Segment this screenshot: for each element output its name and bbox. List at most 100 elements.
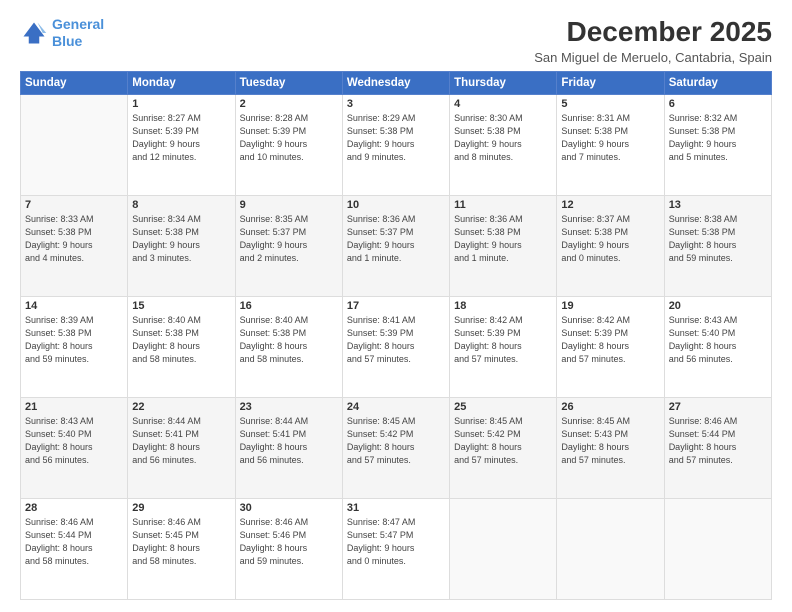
calendar-cell: 6 Sunrise: 8:32 AM Sunset: 5:38 PM Daylig… [664,95,771,196]
calendar-week-row: 28 Sunrise: 8:46 AM Sunset: 5:44 PM Dayli… [21,499,772,600]
day-info: Sunrise: 8:29 AM Sunset: 5:38 PM Dayligh… [347,112,445,164]
day-info: Sunrise: 8:43 AM Sunset: 5:40 PM Dayligh… [25,415,123,467]
day-number: 5 [561,98,659,110]
calendar-cell: 16 Sunrise: 8:40 AM Sunset: 5:38 PM Dayli… [235,297,342,398]
logo-line1: General [52,16,104,32]
day-info: Sunrise: 8:45 AM Sunset: 5:42 PM Dayligh… [454,415,552,467]
calendar-cell: 15Sunrise: 8:40 AM Sunset: 5:38 PM Dayli… [128,297,235,398]
calendar-week-row: 14Sunrise: 8:39 AM Sunset: 5:38 PM Dayli… [21,297,772,398]
calendar-cell [450,499,557,600]
day-info: Sunrise: 8:35 AM Sunset: 5:37 PM Dayligh… [240,213,338,265]
day-info: Sunrise: 8:47 AM Sunset: 5:47 PM Dayligh… [347,516,445,568]
day-info: Sunrise: 8:37 AM Sunset: 5:38 PM Dayligh… [561,213,659,265]
day-info: Sunrise: 8:34 AM Sunset: 5:38 PM Dayligh… [132,213,230,265]
day-info: Sunrise: 8:46 AM Sunset: 5:46 PM Dayligh… [240,516,338,568]
calendar-cell: 28 Sunrise: 8:46 AM Sunset: 5:44 PM Dayli… [21,499,128,600]
day-info: Sunrise: 8:28 AM Sunset: 5:39 PM Dayligh… [240,112,338,164]
calendar-cell: 9 Sunrise: 8:35 AM Sunset: 5:37 PM Daylig… [235,196,342,297]
day-header-monday: Monday [128,72,235,95]
calendar-cell: 3Sunrise: 8:29 AM Sunset: 5:38 PM Daylig… [342,95,449,196]
day-info: Sunrise: 8:44 AM Sunset: 5:41 PM Dayligh… [132,415,230,467]
calendar-cell: 19 Sunrise: 8:42 AM Sunset: 5:39 PM Dayli… [557,297,664,398]
day-number: 4 [454,98,552,110]
day-number: 18 [454,300,552,312]
calendar-cell: 11 Sunrise: 8:36 AM Sunset: 5:38 PM Dayli… [450,196,557,297]
day-info: Sunrise: 8:46 AM Sunset: 5:45 PM Dayligh… [132,516,230,568]
calendar-cell [664,499,771,600]
calendar-cell: 20Sunrise: 8:43 AM Sunset: 5:40 PM Dayli… [664,297,771,398]
day-number: 12 [561,199,659,211]
title-block: December 2025 San Miguel de Meruelo, Can… [534,16,772,65]
day-info: Sunrise: 8:41 AM Sunset: 5:39 PM Dayligh… [347,314,445,366]
day-header-tuesday: Tuesday [235,72,342,95]
calendar-header-row: SundayMondayTuesdayWednesdayThursdayFrid… [21,72,772,95]
logo-text: General Blue [52,16,104,50]
day-info: Sunrise: 8:36 AM Sunset: 5:37 PM Dayligh… [347,213,445,265]
calendar-cell: 21 Sunrise: 8:43 AM Sunset: 5:40 PM Dayli… [21,398,128,499]
page: General Blue December 2025 San Miguel de… [0,0,792,612]
calendar-cell: 30 Sunrise: 8:46 AM Sunset: 5:46 PM Dayli… [235,499,342,600]
calendar-week-row: 1Sunrise: 8:27 AM Sunset: 5:39 PM Daylig… [21,95,772,196]
day-header-saturday: Saturday [664,72,771,95]
day-info: Sunrise: 8:45 AM Sunset: 5:43 PM Dayligh… [561,415,659,467]
day-header-friday: Friday [557,72,664,95]
calendar-cell: 24 Sunrise: 8:45 AM Sunset: 5:42 PM Dayli… [342,398,449,499]
calendar-week-row: 7Sunrise: 8:33 AM Sunset: 5:38 PM Daylig… [21,196,772,297]
calendar-cell: 18 Sunrise: 8:42 AM Sunset: 5:39 PM Dayli… [450,297,557,398]
calendar-cell: 2 Sunrise: 8:28 AM Sunset: 5:39 PM Daylig… [235,95,342,196]
day-number: 16 [240,300,338,312]
day-number: 13 [669,199,767,211]
day-header-thursday: Thursday [450,72,557,95]
calendar-cell [21,95,128,196]
day-number: 27 [669,401,767,413]
day-number: 28 [25,502,123,514]
day-info: Sunrise: 8:32 AM Sunset: 5:38 PM Dayligh… [669,112,767,164]
day-number: 30 [240,502,338,514]
day-info: Sunrise: 8:42 AM Sunset: 5:39 PM Dayligh… [561,314,659,366]
calendar-cell: 5 Sunrise: 8:31 AM Sunset: 5:38 PM Daylig… [557,95,664,196]
day-number: 11 [454,199,552,211]
day-number: 24 [347,401,445,413]
day-info: Sunrise: 8:43 AM Sunset: 5:40 PM Dayligh… [669,314,767,366]
calendar-week-row: 21 Sunrise: 8:43 AM Sunset: 5:40 PM Dayli… [21,398,772,499]
day-header-sunday: Sunday [21,72,128,95]
day-number: 23 [240,401,338,413]
day-info: Sunrise: 8:36 AM Sunset: 5:38 PM Dayligh… [454,213,552,265]
day-number: 9 [240,199,338,211]
day-number: 31 [347,502,445,514]
day-number: 2 [240,98,338,110]
day-number: 19 [561,300,659,312]
day-info: Sunrise: 8:31 AM Sunset: 5:38 PM Dayligh… [561,112,659,164]
calendar-cell: 23 Sunrise: 8:44 AM Sunset: 5:41 PM Dayli… [235,398,342,499]
calendar-cell: 8Sunrise: 8:34 AM Sunset: 5:38 PM Daylig… [128,196,235,297]
calendar-cell: 1Sunrise: 8:27 AM Sunset: 5:39 PM Daylig… [128,95,235,196]
calendar-cell: 10Sunrise: 8:36 AM Sunset: 5:37 PM Dayli… [342,196,449,297]
day-info: Sunrise: 8:46 AM Sunset: 5:44 PM Dayligh… [25,516,123,568]
calendar-cell: 25 Sunrise: 8:45 AM Sunset: 5:42 PM Dayli… [450,398,557,499]
calendar-cell: 26Sunrise: 8:45 AM Sunset: 5:43 PM Dayli… [557,398,664,499]
day-number: 29 [132,502,230,514]
day-info: Sunrise: 8:38 AM Sunset: 5:38 PM Dayligh… [669,213,767,265]
day-info: Sunrise: 8:40 AM Sunset: 5:38 PM Dayligh… [240,314,338,366]
calendar-cell: 13 Sunrise: 8:38 AM Sunset: 5:38 PM Dayli… [664,196,771,297]
day-number: 1 [132,98,230,110]
day-info: Sunrise: 8:39 AM Sunset: 5:38 PM Dayligh… [25,314,123,366]
logo-icon [20,19,48,47]
day-info: Sunrise: 8:30 AM Sunset: 5:38 PM Dayligh… [454,112,552,164]
day-info: Sunrise: 8:45 AM Sunset: 5:42 PM Dayligh… [347,415,445,467]
day-info: Sunrise: 8:46 AM Sunset: 5:44 PM Dayligh… [669,415,767,467]
calendar-cell: 12 Sunrise: 8:37 AM Sunset: 5:38 PM Dayli… [557,196,664,297]
day-number: 17 [347,300,445,312]
day-info: Sunrise: 8:44 AM Sunset: 5:41 PM Dayligh… [240,415,338,467]
main-title: December 2025 [534,16,772,48]
day-number: 25 [454,401,552,413]
logo-line2: Blue [52,33,82,49]
day-number: 7 [25,199,123,211]
logo: General Blue [20,16,104,50]
subtitle: San Miguel de Meruelo, Cantabria, Spain [534,50,772,65]
header: General Blue December 2025 San Miguel de… [20,16,772,65]
day-number: 6 [669,98,767,110]
day-info: Sunrise: 8:42 AM Sunset: 5:39 PM Dayligh… [454,314,552,366]
calendar-cell: 22Sunrise: 8:44 AM Sunset: 5:41 PM Dayli… [128,398,235,499]
day-number: 21 [25,401,123,413]
